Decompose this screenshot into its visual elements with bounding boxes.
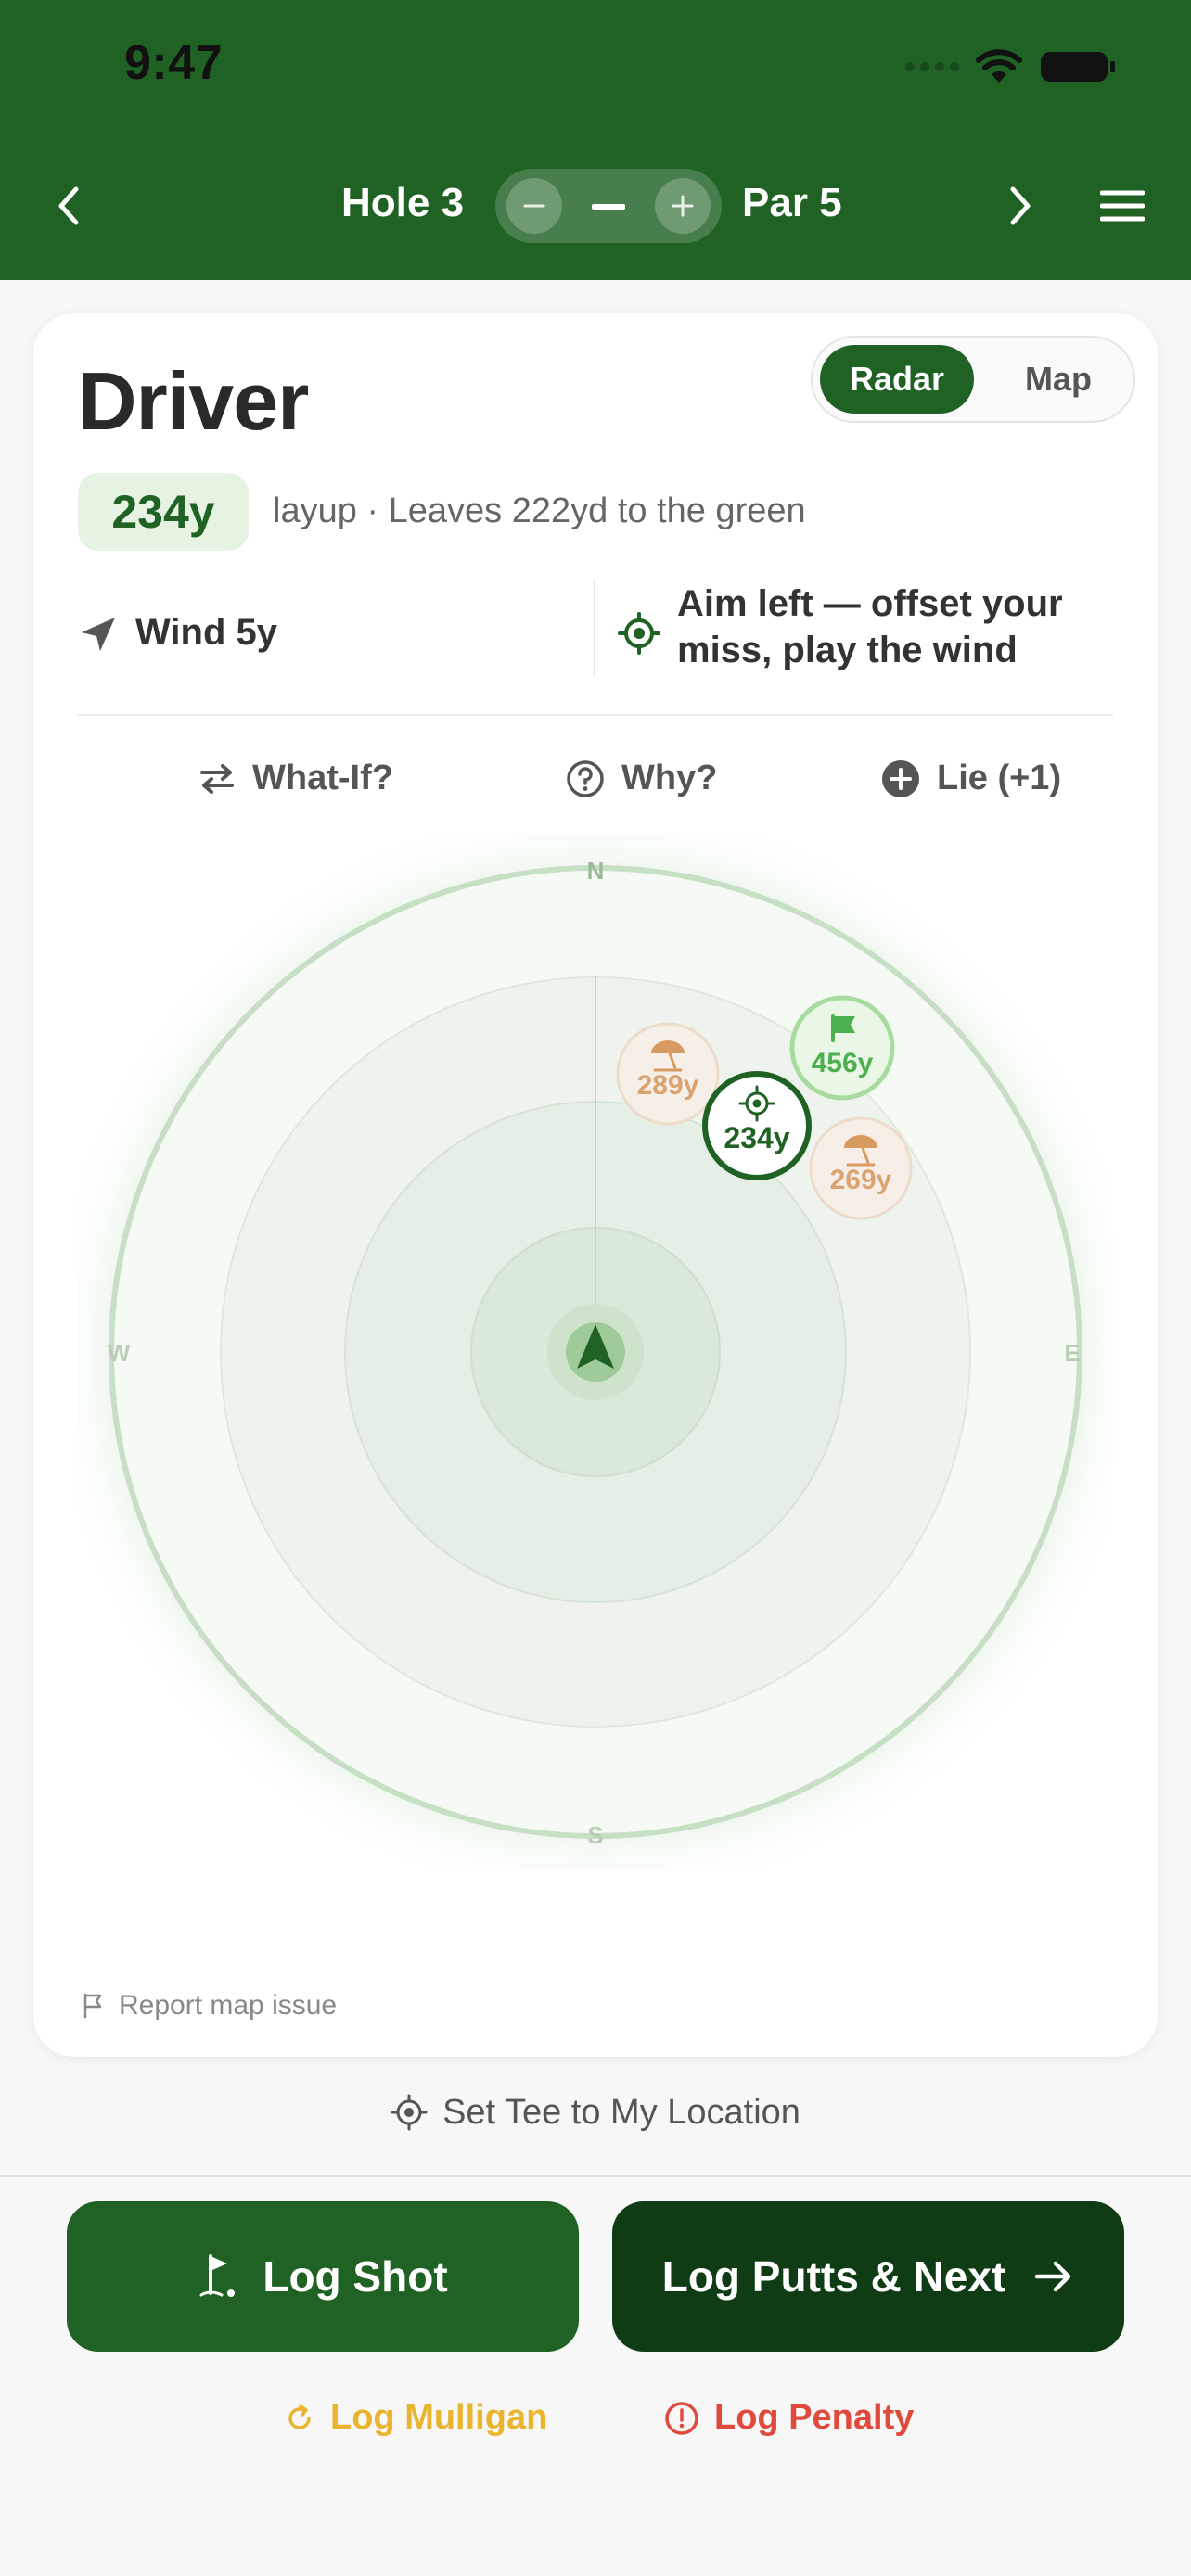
minus-icon bbox=[523, 204, 545, 208]
set-tee-label: Set Tee to My Location bbox=[442, 2092, 800, 2132]
alert-circle-icon bbox=[665, 2401, 698, 2435]
mulligan-label: Log Mulligan bbox=[330, 2398, 548, 2437]
divider bbox=[594, 579, 596, 677]
what-if-button[interactable]: What-If? bbox=[198, 759, 393, 798]
radar-view-button[interactable]: Radar bbox=[820, 345, 974, 414]
shot-card: Driver Radar Map 234y layup · Leaves 222… bbox=[33, 313, 1158, 2057]
compass-south: S bbox=[587, 1821, 603, 1849]
refresh-icon bbox=[288, 2404, 311, 2429]
shot-actions: What-If? Why? Lie (+1) bbox=[78, 749, 1113, 814]
map-view-button[interactable]: Map bbox=[989, 345, 1128, 414]
why-label: Why? bbox=[621, 759, 718, 797]
distance-badge: 234y bbox=[78, 473, 249, 551]
swap-arrows-icon bbox=[200, 763, 234, 794]
increment-button[interactable] bbox=[655, 178, 711, 234]
hazard-marker[interactable]: 289y bbox=[616, 1022, 720, 1126]
why-button[interactable]: Why? bbox=[566, 759, 717, 798]
menu-button[interactable] bbox=[1095, 178, 1150, 234]
par-label: Par 5 bbox=[742, 180, 842, 225]
arrow-right-icon bbox=[1035, 2261, 1071, 2292]
plus-icon bbox=[672, 195, 694, 217]
stepper-value-dash bbox=[592, 204, 625, 210]
chevron-right-icon bbox=[1010, 186, 1031, 225]
lie-label: Lie (+1) bbox=[937, 759, 1062, 797]
status-time: 9:47 bbox=[124, 36, 224, 90]
hazard-distance: 289y bbox=[637, 1070, 699, 1101]
log-penalty-button[interactable]: Log Penalty bbox=[664, 2398, 914, 2438]
question-circle-icon bbox=[567, 759, 604, 797]
flag-outline-icon bbox=[83, 1993, 102, 2019]
penalty-label: Log Penalty bbox=[714, 2398, 915, 2437]
set-tee-button[interactable]: Set Tee to My Location bbox=[0, 2085, 1191, 2140]
battery-icon bbox=[1041, 52, 1115, 82]
shot-description: layup · Leaves 222yd to the green bbox=[273, 491, 806, 530]
report-label: Report map issue bbox=[119, 1990, 338, 2021]
location-crosshair-icon bbox=[391, 2094, 428, 2131]
log-mulligan-button[interactable]: Log Mulligan bbox=[284, 2398, 547, 2438]
decrement-button[interactable] bbox=[506, 178, 562, 234]
hazard-marker[interactable]: 269y bbox=[809, 1116, 913, 1220]
previous-hole-button[interactable] bbox=[41, 178, 96, 234]
wifi-icon bbox=[976, 49, 1022, 83]
wind-text: Wind 5y bbox=[135, 612, 277, 653]
target-icon bbox=[618, 612, 660, 655]
lie-button[interactable]: Lie (+1) bbox=[881, 759, 1061, 798]
hole-stepper bbox=[495, 169, 722, 243]
log-putts-label: Log Putts & Next bbox=[661, 2252, 1006, 2301]
club-name: Driver bbox=[78, 355, 309, 447]
conditions-row: Wind 5y Aim left — offset your miss, pla… bbox=[78, 579, 1113, 716]
hazard-distance: 269y bbox=[830, 1165, 892, 1195]
compass-west: W bbox=[108, 1339, 131, 1367]
top-header: 9:47 Hole 3 Par 5 bbox=[0, 0, 1191, 280]
bottom-action-bar: Log Shot Log Putts & Next Log Mulligan L… bbox=[0, 2175, 1191, 2576]
compass-east: E bbox=[1064, 1339, 1080, 1367]
aim-advice: Aim left — offset your miss, play the wi… bbox=[677, 583, 1063, 670]
status-icons bbox=[905, 45, 1117, 89]
pin-marker[interactable]: 456y bbox=[789, 995, 895, 1101]
plus-circle-icon bbox=[882, 759, 919, 797]
hole-label: Hole 3 bbox=[341, 180, 465, 225]
hamburger-menu-icon bbox=[1100, 190, 1145, 222]
log-putts-next-button[interactable]: Log Putts & Next bbox=[612, 2201, 1124, 2352]
wind-direction-icon bbox=[82, 618, 115, 651]
target-marker[interactable]: 234y bbox=[702, 1071, 812, 1180]
target-distance: 234y bbox=[724, 1121, 789, 1154]
pin-distance: 456y bbox=[812, 1048, 874, 1078]
radar-view: N E S W 289y 456y 269y 234y bbox=[78, 833, 1113, 1871]
report-map-issue-link[interactable]: Report map issue bbox=[82, 1990, 337, 2021]
log-shot-button[interactable]: Log Shot bbox=[67, 2201, 579, 2352]
chevron-left-icon bbox=[58, 186, 79, 225]
cellular-signal-icon bbox=[905, 62, 959, 71]
what-if-label: What-If? bbox=[252, 759, 393, 797]
view-toggle: Radar Map bbox=[811, 336, 1135, 423]
compass-north: N bbox=[587, 857, 605, 885]
player-position bbox=[547, 1304, 644, 1400]
next-hole-button[interactable] bbox=[992, 178, 1048, 234]
log-shot-label: Log Shot bbox=[263, 2252, 448, 2301]
hole-navigation: Hole 3 Par 5 bbox=[0, 167, 1191, 245]
golfer-flag-icon bbox=[199, 2254, 236, 2297]
